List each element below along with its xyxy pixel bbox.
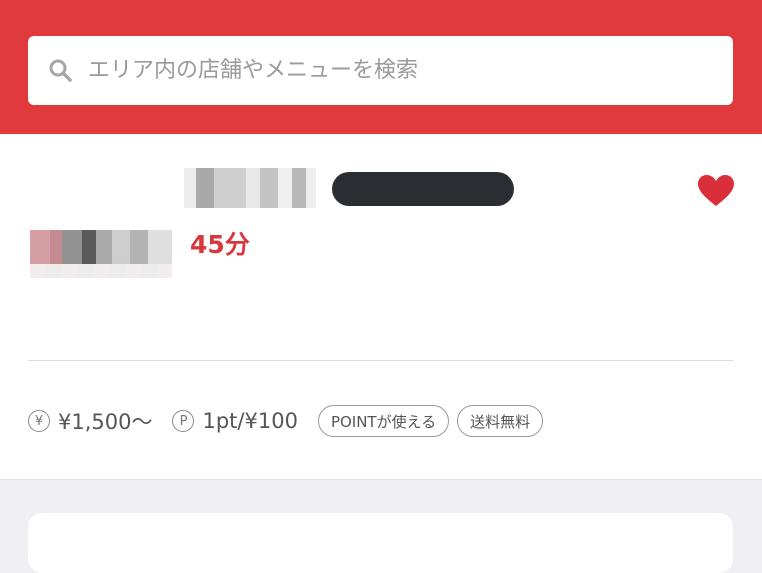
yen-circle-icon: ¥ (28, 410, 50, 432)
redacted-label (332, 172, 514, 206)
search-box[interactable] (28, 36, 733, 105)
heart-icon[interactable] (697, 174, 735, 208)
shop-logo-redacted (30, 230, 172, 278)
divider (28, 360, 733, 361)
next-shop-card[interactable] (28, 513, 733, 573)
search-input[interactable] (88, 58, 688, 83)
header-bar (0, 0, 762, 134)
p-circle-icon: P (172, 410, 195, 432)
shop-name-redacted (184, 168, 316, 208)
search-icon (48, 58, 74, 84)
tag-point-usable: POINTが使える (317, 405, 450, 437)
min-price: ¥1,500〜 (58, 410, 153, 434)
shop-card[interactable]: 45分 ¥ ¥1,500〜 P 1pt/¥100 POINTが使える 送料無料 (0, 134, 762, 480)
tag-free-shipping: 送料無料 (457, 405, 544, 437)
delivery-time: 45分 (190, 230, 250, 259)
shop-meta-row: ¥ ¥1,500〜 P 1pt/¥100 POINTが使える 送料無料 (28, 404, 551, 438)
point-rate: 1pt/¥100 (202, 409, 298, 433)
